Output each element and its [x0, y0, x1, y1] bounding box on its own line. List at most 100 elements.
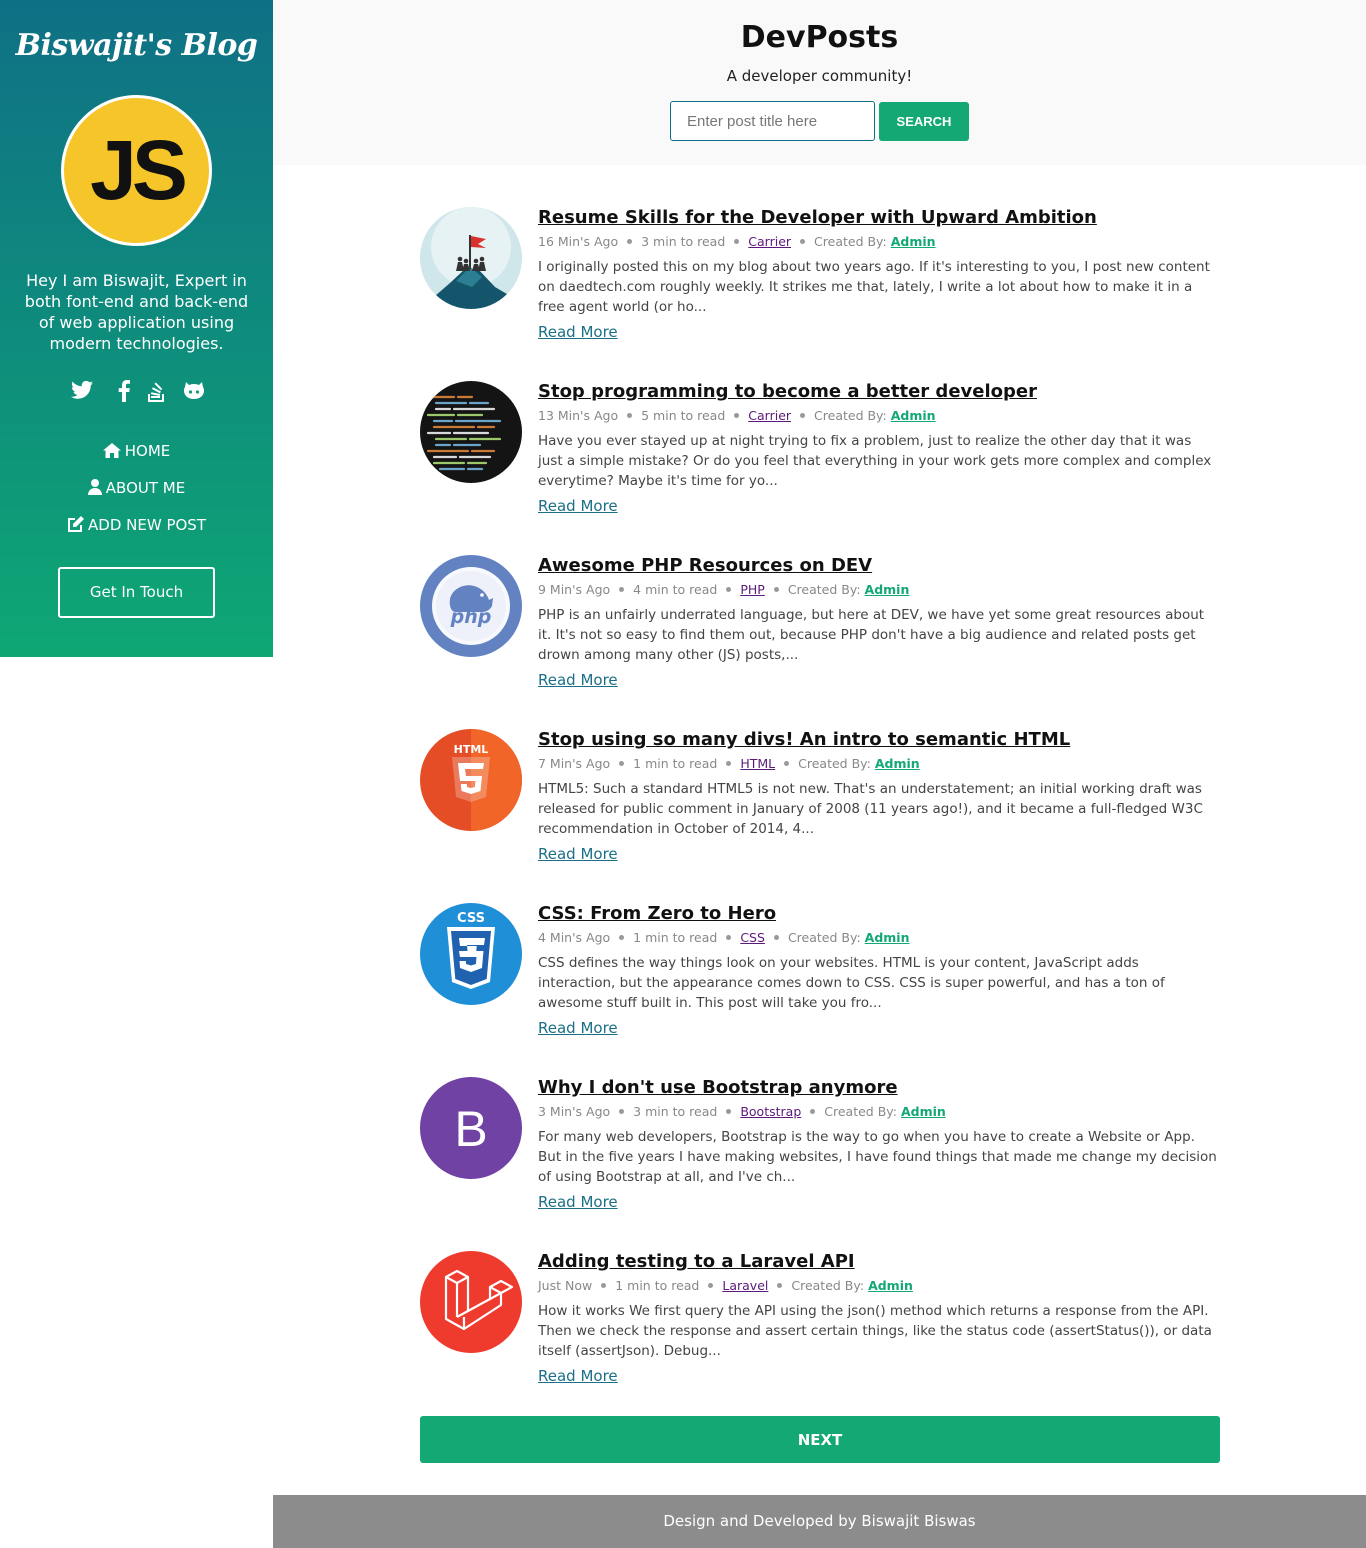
read-more-link[interactable]: Read More [538, 323, 618, 341]
post-excerpt: Have you ever stayed up at night trying … [538, 433, 1212, 489]
dot-separator [726, 935, 732, 940]
stackoverflow-icon[interactable] [144, 380, 168, 404]
post-item: Stop programming to become a better deve… [420, 381, 1220, 546]
created-by-label: Created By: [814, 408, 887, 423]
created-by-label: Created By: [824, 1104, 897, 1119]
post-excerpt: PHP is an unfairly underrated language, … [538, 607, 1205, 663]
post-meta: 13 Min's Ago 5 min to read Carrier Created … [538, 407, 1220, 424]
bootstrap-logo[interactable]: B [420, 1077, 522, 1179]
post-title[interactable]: Adding testing to a Laravel API [538, 1251, 1220, 1273]
search-input[interactable] [670, 101, 875, 141]
post-time: 9 Min's Ago [538, 582, 611, 597]
dot-separator [726, 587, 732, 592]
post-title[interactable]: CSS: From Zero to Hero [538, 903, 1220, 925]
author-link[interactable]: Admin [875, 756, 920, 771]
author-link[interactable]: Admin [865, 930, 910, 945]
dot-separator [619, 1109, 625, 1114]
page-header: DevPosts A developer community! SEARCH [273, 0, 1366, 165]
post-excerpt: How it works We first query the API usin… [538, 1303, 1212, 1359]
bio-text: Hey I am Biswajit, Expert in both font-e… [24, 271, 249, 353]
dot-separator [734, 239, 740, 244]
read-more-link[interactable]: Read More [538, 497, 618, 515]
post-time: Just Now [538, 1278, 593, 1293]
social-links [62, 380, 212, 404]
category-link[interactable]: Carrier [748, 408, 791, 423]
sidebar: Biswajit's Blog JS Hey I am Biswajit, Ex… [0, 0, 273, 657]
dot-separator [800, 239, 806, 244]
laravel-logo[interactable] [420, 1251, 522, 1353]
nav-add-post-label: ADD NEW POST [88, 516, 206, 534]
user-icon [87, 479, 102, 495]
read-more-link[interactable]: Read More [538, 845, 618, 863]
facebook-icon[interactable] [112, 380, 136, 404]
php-logo-text: php [450, 606, 492, 628]
post-meta: 16 Min's Ago 3 min to read Carrier Created … [538, 233, 1220, 250]
author-link[interactable]: Admin [865, 582, 910, 597]
created-by-label: Created By: [791, 1278, 865, 1293]
author-link[interactable]: Admin [891, 408, 936, 423]
post-meta: 9 Min's Ago 4 min to read PHP Created By: A… [538, 581, 1220, 598]
post-meta: 4 Min's Ago 1 min to read CSS Created By: A… [538, 929, 1220, 946]
post-meta: 3 Min's Ago 3 min to read Bootstrap Created… [538, 1103, 1220, 1120]
created-by-label: Created By: [787, 582, 861, 597]
nav-home[interactable]: HOME [0, 442, 273, 460]
page-title: DevPosts [740, 20, 899, 55]
dot-separator [619, 761, 625, 766]
post-excerpt: HTML5: Such a standard HTML5 is not new.… [538, 781, 1203, 837]
post-meta: 7 Min's Ago 1 min to read HTML Created By: … [538, 755, 1220, 772]
read-time: 5 min to read [641, 408, 726, 423]
dot-separator [708, 1283, 714, 1288]
html5-logo[interactable]: HTML [420, 729, 522, 831]
search-button[interactable]: SEARCH [879, 102, 969, 141]
post-excerpt: For many web developers, Bootstrap is th… [538, 1129, 1217, 1185]
github-icon[interactable] [182, 380, 206, 404]
post-title[interactable]: Why I don't use Bootstrap anymore [538, 1077, 1220, 1099]
post-item: B Why I don't use Bootstrap anymore 3 Mi… [420, 1077, 1220, 1242]
php-logo[interactable]: php [420, 555, 522, 657]
next-page-button[interactable]: NEXT [420, 1416, 1220, 1463]
read-time: 3 min to read [633, 1104, 718, 1119]
read-time: 4 min to read [633, 582, 718, 597]
author-link[interactable]: Admin [891, 234, 936, 249]
footer-credit: Design and Developed by Biswajit Biswas [663, 1512, 976, 1530]
category-link[interactable]: PHP [740, 582, 764, 597]
nav-about[interactable]: ABOUT ME [0, 479, 273, 497]
css3-logo-text: CSS [457, 911, 485, 926]
read-time: 1 min to read [633, 756, 718, 771]
category-link[interactable]: Carrier [748, 234, 791, 249]
post-time: 13 Min's Ago [538, 408, 619, 423]
category-link[interactable]: CSS [740, 930, 765, 945]
author-link[interactable]: Admin [901, 1104, 946, 1119]
post-title[interactable]: Stop programming to become a better deve… [538, 381, 1220, 403]
created-by-label: Created By: [814, 234, 887, 249]
nav-add-post[interactable]: ADD NEW POST [0, 516, 273, 534]
dot-separator [726, 761, 732, 766]
mountain-flag-image[interactable] [420, 207, 522, 309]
read-more-link[interactable]: Read More [538, 1019, 618, 1037]
post-title[interactable]: Stop using so many divs! An intro to sem… [538, 729, 1220, 751]
code-screen-image[interactable] [420, 381, 522, 483]
brand-logo[interactable]: Biswajit's Blog [0, 28, 273, 63]
read-more-link[interactable]: Read More [538, 1193, 618, 1211]
post-excerpt: CSS defines the way things look on your … [538, 955, 1165, 1011]
dot-separator [800, 413, 806, 418]
author-link[interactable]: Admin [868, 1278, 913, 1293]
dot-separator [773, 935, 779, 940]
post-meta: Just Now 1 min to read Laravel Created By: … [538, 1277, 1220, 1294]
category-link[interactable]: Bootstrap [740, 1104, 801, 1119]
css3-logo[interactable]: CSS [420, 903, 522, 1005]
post-title[interactable]: Awesome PHP Resources on DEV [538, 555, 1220, 577]
read-more-link[interactable]: Read More [538, 1367, 618, 1385]
twitter-icon[interactable] [70, 380, 94, 404]
dot-separator [619, 587, 625, 592]
read-more-link[interactable]: Read More [538, 671, 618, 689]
post-item: Adding testing to a Laravel API Just Now… [420, 1251, 1220, 1416]
category-link[interactable]: Laravel [722, 1278, 768, 1293]
html5-logo-text: HTML [454, 743, 489, 756]
get-in-touch-button[interactable]: Get In Touch [58, 567, 215, 618]
post-title[interactable]: Resume Skills for the Developer with Upw… [538, 207, 1220, 229]
post-time: 4 Min's Ago [538, 930, 611, 945]
dot-separator [601, 1283, 607, 1288]
avatar-text: JS [90, 123, 188, 217]
category-link[interactable]: HTML [740, 756, 775, 771]
